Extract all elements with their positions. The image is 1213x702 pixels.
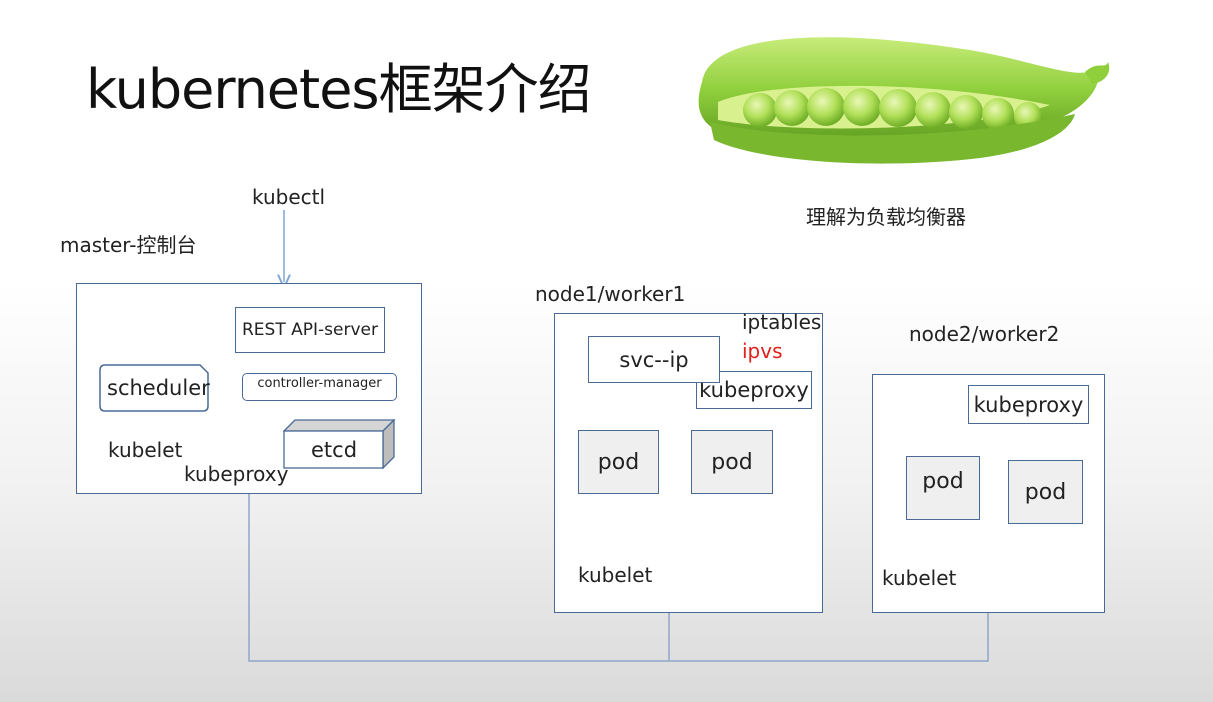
iptables-label: iptables	[742, 310, 822, 334]
master-kubelet-label: kubelet	[108, 438, 183, 462]
master-label: master-控制台	[60, 233, 197, 257]
controller-manager-label: controller-manager	[257, 376, 382, 391]
scheduler-label: scheduler	[107, 376, 210, 400]
scheduler-box: scheduler	[99, 364, 210, 412]
node2-kubeproxy-label: kubeproxy	[973, 392, 1084, 417]
node2-pod-2: pod	[1008, 460, 1083, 524]
pea-pod-icon	[680, 10, 1116, 180]
kubectl-label: kubectl	[252, 185, 326, 209]
ipvs-label: ipvs	[742, 339, 783, 363]
etcd-label: etcd	[311, 438, 358, 462]
etcd-box: etcd	[283, 419, 396, 469]
node1-kubelet-label: kubelet	[578, 563, 653, 587]
controller-manager-box: controller-manager	[242, 373, 397, 401]
api-server-label: REST API-server	[242, 320, 378, 340]
node2-kubelet-label: kubelet	[882, 566, 957, 590]
node2-pod-2-label: pod	[1024, 479, 1067, 505]
node1-pod-2: pod	[691, 430, 773, 494]
kubeproxy-box-node2: kubeproxy	[968, 385, 1089, 424]
slide-title: kubernetes框架介绍	[86, 58, 592, 121]
api-server-box: REST API-server	[235, 307, 385, 353]
svc-ip-box: svc--ip	[588, 336, 720, 383]
master-kubeproxy-label: kubeproxy	[184, 462, 289, 486]
pea-caption: 理解为负载均衡器	[806, 205, 966, 229]
node1-pod-1: pod	[578, 430, 659, 494]
node2-pod-1-label: pod	[922, 469, 964, 494]
svc-ip-label: svc--ip	[619, 347, 689, 372]
node2-pod-1: pod	[906, 456, 980, 520]
node2-label: node2/worker2	[909, 322, 1060, 346]
node1-label: node1/worker1	[535, 282, 686, 306]
node1-pod-1-label: pod	[597, 449, 640, 475]
node1-pod-2-label: pod	[711, 449, 753, 475]
